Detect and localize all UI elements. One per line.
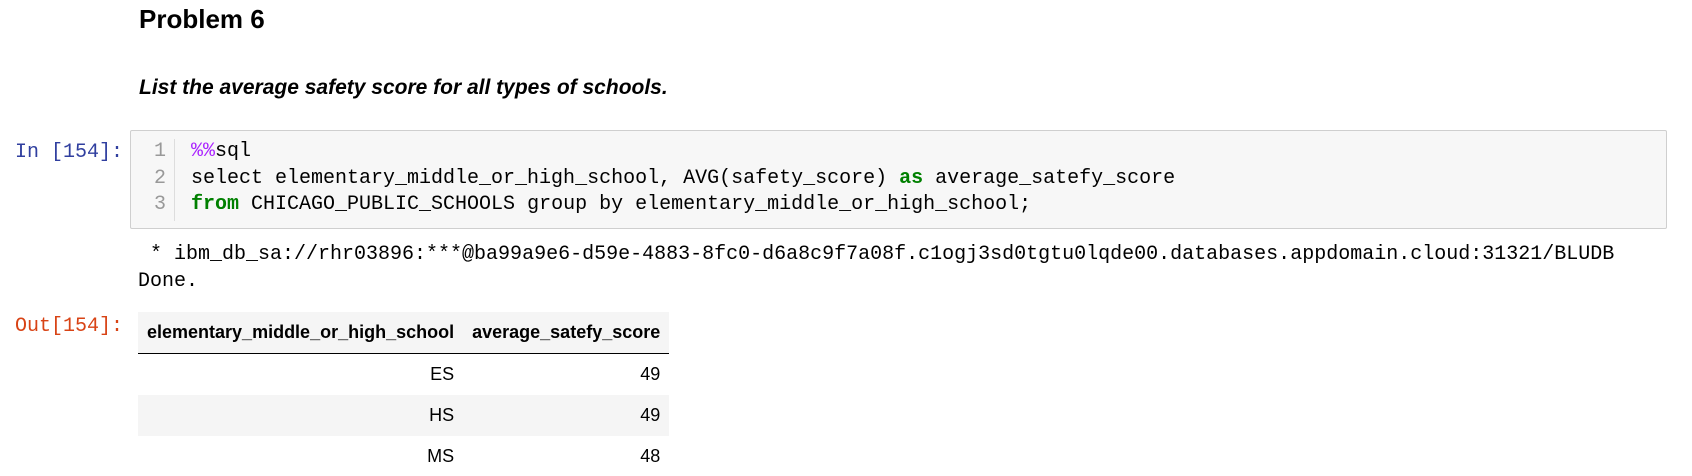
table-row: HS 49 [138, 395, 670, 436]
table-cell: HS [138, 395, 464, 436]
code-line: %%sql [191, 139, 1175, 166]
code-token: select elementary_middle_or_high_school,… [191, 166, 900, 190]
keyword-token: as [899, 166, 924, 190]
result-table: elementary_middle_or_high_school average… [138, 312, 670, 476]
table-cell: 49 [463, 353, 670, 395]
section-heading: Problem 6 [139, 4, 265, 34]
column-header: elementary_middle_or_high_school [138, 312, 464, 354]
input-prompt: In [154]: [14, 141, 123, 164]
table-cell: ES [138, 353, 464, 395]
line-number: 2 [153, 166, 166, 190]
connection-string: * ibm_db_sa://rhr03896:***@ba99a9e6-d59e… [138, 243, 1615, 266]
line-number: 1 [153, 140, 166, 163]
keyword-token: from [191, 193, 240, 216]
code-token: CHICAGO_PUBLIC_SCHOOLS group by elementa… [239, 193, 1032, 216]
code-text[interactable]: %%sql select elementary_middle_or_high_s… [191, 139, 1175, 219]
done-message: Done. [138, 270, 199, 293]
code-token: average_satefy_score [923, 166, 1176, 190]
table-row: ES 49 [138, 353, 670, 395]
line-number-gutter: 1 2 3 [131, 139, 175, 221]
code-token: sql [215, 140, 252, 163]
table-cell: 48 [463, 436, 670, 476]
output-prompt: Out[154]: [14, 315, 123, 338]
column-header: average_satefy_score [463, 312, 670, 354]
line-number: 3 [153, 193, 166, 216]
table-row: MS 48 [138, 436, 670, 476]
code-line: from CHICAGO_PUBLIC_SCHOOLS group by ele… [191, 192, 1175, 219]
table-header-row: elementary_middle_or_high_school average… [138, 312, 670, 354]
code-editor[interactable]: 1 2 3 %%sql select elementary_middle_or_… [130, 130, 1667, 229]
problem-description: List the average safety score for all ty… [139, 76, 668, 99]
stdout-output: * ibm_db_sa://rhr03896:***@ba99a9e6-d59e… [138, 241, 1614, 295]
code-line: select elementary_middle_or_high_school,… [191, 166, 1175, 193]
table-cell: MS [138, 436, 464, 476]
table-cell: 49 [463, 395, 670, 436]
magic-token: %% [191, 140, 216, 163]
